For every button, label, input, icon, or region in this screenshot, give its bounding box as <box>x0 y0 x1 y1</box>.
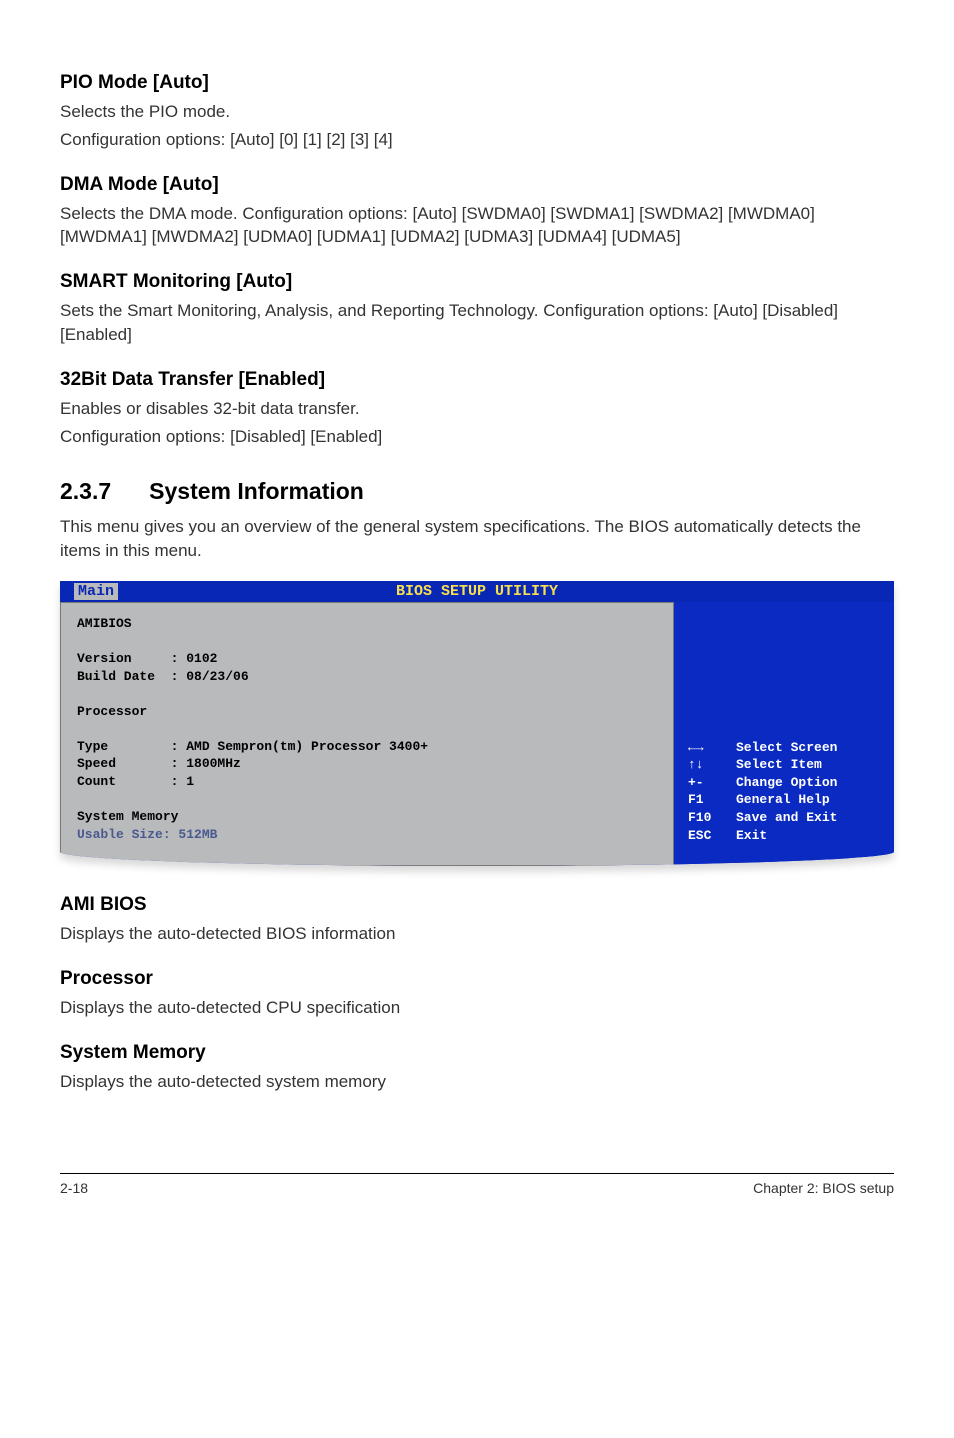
bios-cpu-speed: Speed : 1800MHz <box>77 755 657 773</box>
bios-amibios-label: AMIBIOS <box>77 615 657 633</box>
page-footer: 2-18 Chapter 2: BIOS setup <box>60 1173 894 1196</box>
bios-title-bar: Main BIOS SETUP UTILITY <box>60 581 894 602</box>
text-dma-body: Selects the DMA mode. Configuration opti… <box>60 202 894 250</box>
bios-help-key: F1 <box>688 791 736 809</box>
text-smart-body: Sets the Smart Monitoring, Analysis, and… <box>60 299 894 347</box>
text-pio-line2: Configuration options: [Auto] [0] [1] [2… <box>60 128 894 152</box>
text-ami-bios-body: Displays the auto-detected BIOS informat… <box>60 922 894 946</box>
bios-help-row: F10 Save and Exit <box>688 809 880 827</box>
heading-pio-mode: PIO Mode [Auto] <box>60 72 894 94</box>
text-processor-body: Displays the auto-detected CPU specifica… <box>60 996 894 1020</box>
bios-blank1 <box>77 633 657 651</box>
text-32bit-line2: Configuration options: [Disabled] [Enabl… <box>60 425 894 449</box>
bios-cpu-count: Count : 1 <box>77 773 657 791</box>
bios-usable-size: Usable Size: 512MB <box>77 826 657 844</box>
bios-build-date: Build Date : 08/23/06 <box>77 668 657 686</box>
bios-help-desc: General Help <box>736 791 830 809</box>
footer-chapter: Chapter 2: BIOS setup <box>753 1180 894 1196</box>
bios-help-desc: Select Screen <box>736 739 837 757</box>
bios-version: Version : 0102 <box>77 650 657 668</box>
bios-help-key: +- <box>688 774 736 792</box>
bios-title: BIOS SETUP UTILITY <box>396 583 558 600</box>
bios-cpu-type: Type : AMD Sempron(tm) Processor 3400+ <box>77 738 657 756</box>
bios-help-desc: Exit <box>736 827 767 845</box>
bios-blank4 <box>77 790 657 808</box>
bios-sysmem-label: System Memory <box>77 808 657 826</box>
text-sysmem-body: Displays the auto-detected system memory <box>60 1070 894 1094</box>
bios-help-key: ESC <box>688 827 736 845</box>
section-title: System Information <box>149 478 364 504</box>
bios-help-desc: Save and Exit <box>736 809 837 827</box>
bios-help-key: ↑↓ <box>688 756 736 774</box>
bios-help-key: ←→ <box>688 739 736 757</box>
bios-help-desc: Change Option <box>736 774 837 792</box>
bios-right-panel: ←→ Select Screen ↑↓ Select Item +- Chang… <box>674 602 894 866</box>
heading-system-information: 2.3.7 System Information <box>60 478 894 505</box>
bios-help-row: +- Change Option <box>688 774 880 792</box>
bios-body: AMIBIOS Version : 0102 Build Date : 08/2… <box>60 602 894 866</box>
heading-ami-bios: AMI BIOS <box>60 894 894 916</box>
bios-help-row: ←→ Select Screen <box>688 739 880 757</box>
bios-blank2 <box>77 685 657 703</box>
heading-system-memory: System Memory <box>60 1042 894 1064</box>
bios-blank3 <box>77 720 657 738</box>
heading-smart: SMART Monitoring [Auto] <box>60 271 894 293</box>
footer-page-number: 2-18 <box>60 1180 88 1196</box>
text-pio-line1: Selects the PIO mode. <box>60 100 894 124</box>
bios-help-row: ↑↓ Select Item <box>688 756 880 774</box>
bios-help-row: F1 General Help <box>688 791 880 809</box>
heading-32bit: 32Bit Data Transfer [Enabled] <box>60 369 894 391</box>
bios-help-row: ESC Exit <box>688 827 880 845</box>
bios-screenshot: Main BIOS SETUP UTILITY AMIBIOS Version … <box>60 581 894 866</box>
bios-left-panel: AMIBIOS Version : 0102 Build Date : 08/2… <box>60 602 674 866</box>
section-number: 2.3.7 <box>60 478 111 505</box>
text-32bit-line1: Enables or disables 32-bit data transfer… <box>60 397 894 421</box>
bios-help-desc: Select Item <box>736 756 822 774</box>
bios-help-key: F10 <box>688 809 736 827</box>
bios-processor-label: Processor <box>77 703 657 721</box>
text-sysinfo-body: This menu gives you an overview of the g… <box>60 515 894 563</box>
bios-tab-main: Main <box>74 583 118 600</box>
heading-dma-mode: DMA Mode [Auto] <box>60 174 894 196</box>
heading-processor: Processor <box>60 968 894 990</box>
